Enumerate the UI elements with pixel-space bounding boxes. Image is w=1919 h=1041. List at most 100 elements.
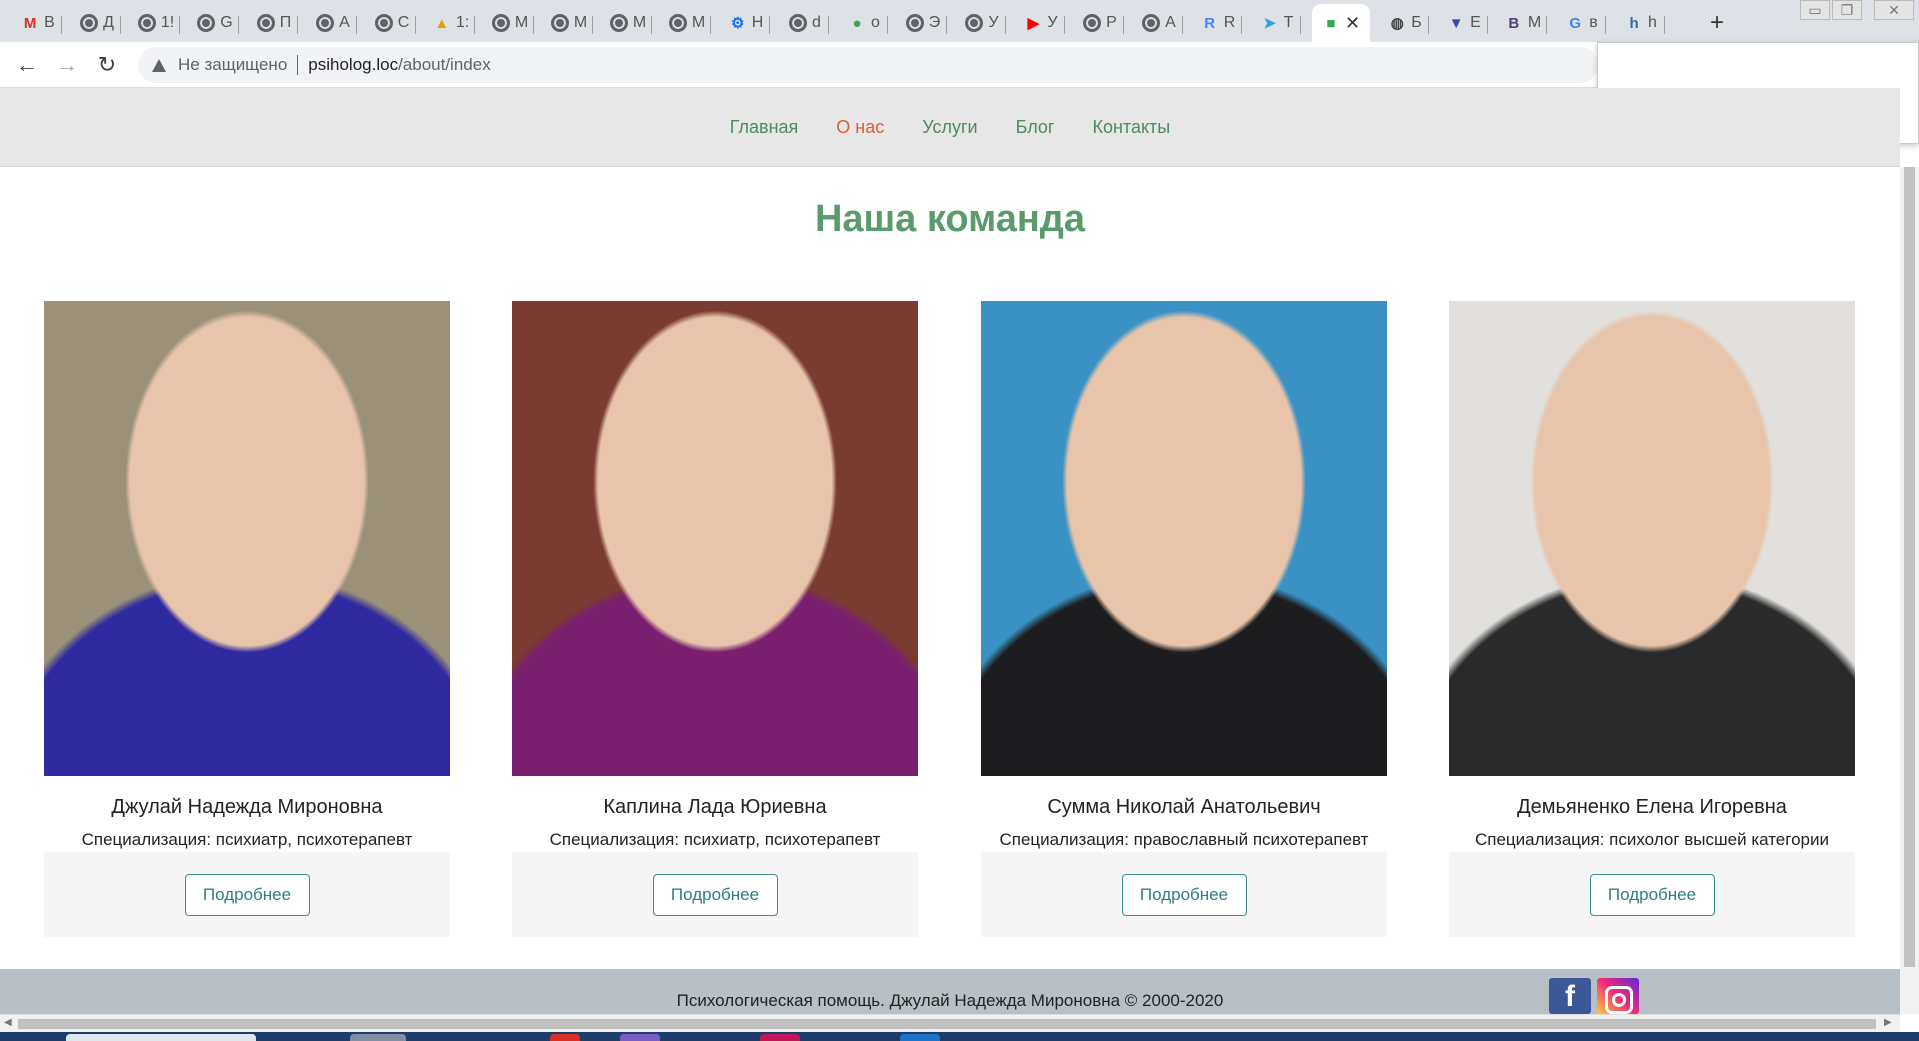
close-window-button[interactable]: ✕ bbox=[1874, 0, 1914, 20]
browser-tab[interactable]: М bbox=[604, 4, 652, 42]
horizontal-scroll-thumb[interactable] bbox=[18, 1019, 1876, 1029]
nav-item-3[interactable]: Услуги bbox=[903, 117, 996, 138]
browser-tab[interactable]: У bbox=[958, 4, 1006, 42]
browser-tab[interactable]: А bbox=[309, 4, 357, 42]
browser-tab[interactable]: ◍ Б bbox=[1381, 4, 1429, 42]
tab-title: М bbox=[514, 14, 529, 31]
reload-button[interactable]: ↻ bbox=[90, 48, 124, 82]
tab-title: 1: bbox=[455, 14, 470, 31]
tab-title: d bbox=[812, 14, 821, 31]
browser-tab[interactable]: М bbox=[545, 4, 593, 42]
globe-icon bbox=[137, 14, 156, 32]
taskbar-item[interactable] bbox=[900, 1034, 940, 1041]
globe-icon bbox=[256, 14, 275, 32]
globe-icon bbox=[316, 14, 335, 32]
gear-icon: ⚙ bbox=[730, 15, 745, 32]
browser-tab[interactable]: ▶ У bbox=[1017, 4, 1065, 42]
back-arrow-icon: ← bbox=[16, 52, 38, 77]
tab-title: R bbox=[1223, 14, 1236, 31]
member-name: Сумма Николай Анатольевич bbox=[1047, 796, 1321, 818]
member-photo bbox=[1449, 301, 1855, 776]
tab-separator bbox=[1546, 16, 1547, 34]
browser-tab[interactable]: Gв bbox=[1558, 4, 1606, 42]
close-tab-icon[interactable]: ✕ bbox=[1345, 13, 1360, 34]
browser-tab[interactable]: ▼ Е bbox=[1440, 4, 1488, 42]
browser-tab[interactable]: ▲ 1: bbox=[427, 4, 475, 42]
taskbar-item[interactable] bbox=[550, 1034, 580, 1041]
tab-title: А bbox=[339, 14, 350, 31]
member-specialization: Специализация: православный психотерапев… bbox=[999, 830, 1369, 849]
browser-tab[interactable]: 1! bbox=[132, 4, 180, 42]
taskbar-item[interactable] bbox=[350, 1034, 406, 1041]
browser-tab[interactable]: П bbox=[250, 4, 298, 42]
tab-title: С bbox=[397, 14, 410, 31]
browser-tab[interactable]: ⚙ Н bbox=[722, 4, 770, 42]
scroll-right-icon[interactable]: ▶ bbox=[1884, 1017, 1892, 1028]
browser-tab[interactable]: А bbox=[1135, 4, 1183, 42]
site-nav: Главная О нас Услуги Блог Контакты bbox=[0, 88, 1900, 167]
horizontal-scrollbar[interactable]: ◀ ▶ bbox=[0, 1014, 1900, 1032]
tab-title: в bbox=[1589, 14, 1598, 31]
nav-item-1[interactable]: Главная bbox=[711, 117, 818, 138]
browser-tab[interactable]: М bbox=[663, 4, 711, 42]
browser-tab[interactable]: М bbox=[486, 4, 534, 42]
os-taskbar bbox=[0, 1032, 1919, 1041]
telegram-icon: ➤ bbox=[1263, 15, 1276, 32]
vertical-scrollbar[interactable] bbox=[1900, 167, 1919, 1014]
nav-item-5[interactable]: Контакты bbox=[1073, 117, 1189, 138]
more-details-button[interactable]: Подробнее bbox=[652, 873, 778, 916]
restore-button[interactable]: ❐ bbox=[1832, 0, 1862, 20]
tab-strip: M В Д 1! G П А С ▲ 1: М М М М ⚙ Нd ● о Э У ▶ У Р А R R ➤ Т ■ ✕ ◍ Б ▼ Е B М G… bbox=[0, 0, 1919, 42]
tab-separator bbox=[1064, 16, 1065, 34]
browser-tab[interactable]: BМ bbox=[1499, 4, 1547, 42]
more-details-button[interactable]: Подробнее bbox=[1121, 873, 1247, 916]
tab-separator bbox=[1428, 16, 1429, 34]
tab-separator bbox=[710, 16, 711, 34]
security-status: Не защищено bbox=[178, 55, 288, 74]
tab-separator bbox=[946, 16, 947, 34]
browser-tab[interactable]: Д bbox=[73, 4, 121, 42]
nav-item-4[interactable]: Блог bbox=[997, 117, 1074, 138]
tab-title: Д bbox=[103, 14, 114, 31]
instagram-icon[interactable] bbox=[1597, 978, 1639, 1014]
minimize-button[interactable]: ▭ bbox=[1800, 0, 1830, 20]
tab-separator bbox=[1241, 16, 1242, 34]
globe-icon bbox=[789, 14, 808, 32]
tab-separator bbox=[297, 16, 298, 34]
tab-title: о bbox=[871, 14, 880, 31]
taskbar-item[interactable] bbox=[66, 1034, 256, 1041]
facebook-icon[interactable]: f bbox=[1549, 978, 1591, 1014]
r-icon: R bbox=[1204, 14, 1216, 32]
tab-separator bbox=[1664, 16, 1665, 34]
globe-icon bbox=[80, 14, 99, 32]
taskbar-item[interactable] bbox=[620, 1034, 660, 1041]
browser-tab[interactable]: С bbox=[368, 4, 416, 42]
browser-tab[interactable]: ● о bbox=[840, 4, 888, 42]
browser-tab[interactable]: MВ bbox=[14, 4, 62, 42]
back-button[interactable]: ← bbox=[10, 48, 44, 82]
browser-tab[interactable]: ➤ Т bbox=[1253, 4, 1301, 42]
browser-tab[interactable]: hh bbox=[1617, 4, 1665, 42]
member-photo bbox=[981, 301, 1387, 776]
scroll-left-icon[interactable]: ◀ bbox=[4, 1017, 12, 1028]
tab-title: Э bbox=[928, 14, 941, 31]
tab-title: 1! bbox=[160, 14, 175, 31]
vertical-scroll-thumb[interactable] bbox=[1904, 167, 1915, 967]
browser-tab[interactable]: Р bbox=[1076, 4, 1124, 42]
tab-title: G bbox=[220, 14, 233, 31]
tab-separator bbox=[1182, 16, 1183, 34]
nav-item-2[interactable]: О нас bbox=[817, 117, 903, 138]
more-details-button[interactable]: Подробнее bbox=[184, 873, 310, 916]
browser-tab[interactable]: RR bbox=[1194, 4, 1242, 42]
browser-tab[interactable]: Э bbox=[899, 4, 947, 42]
browser-tab[interactable]: d bbox=[781, 4, 829, 42]
more-details-button[interactable]: Подробнее bbox=[1589, 873, 1715, 916]
address-bar[interactable]: Не защищено psiholog.loc/about/index bbox=[138, 47, 1598, 83]
forward-arrow-icon: → bbox=[56, 52, 78, 77]
globe-icon bbox=[1142, 14, 1161, 32]
forward-button[interactable]: → bbox=[50, 48, 84, 82]
browser-tab[interactable]: ■ ✕ bbox=[1312, 4, 1370, 42]
browser-tab[interactable]: G bbox=[191, 4, 239, 42]
taskbar-item[interactable] bbox=[760, 1034, 800, 1041]
new-tab-button[interactable]: + bbox=[1702, 8, 1732, 38]
